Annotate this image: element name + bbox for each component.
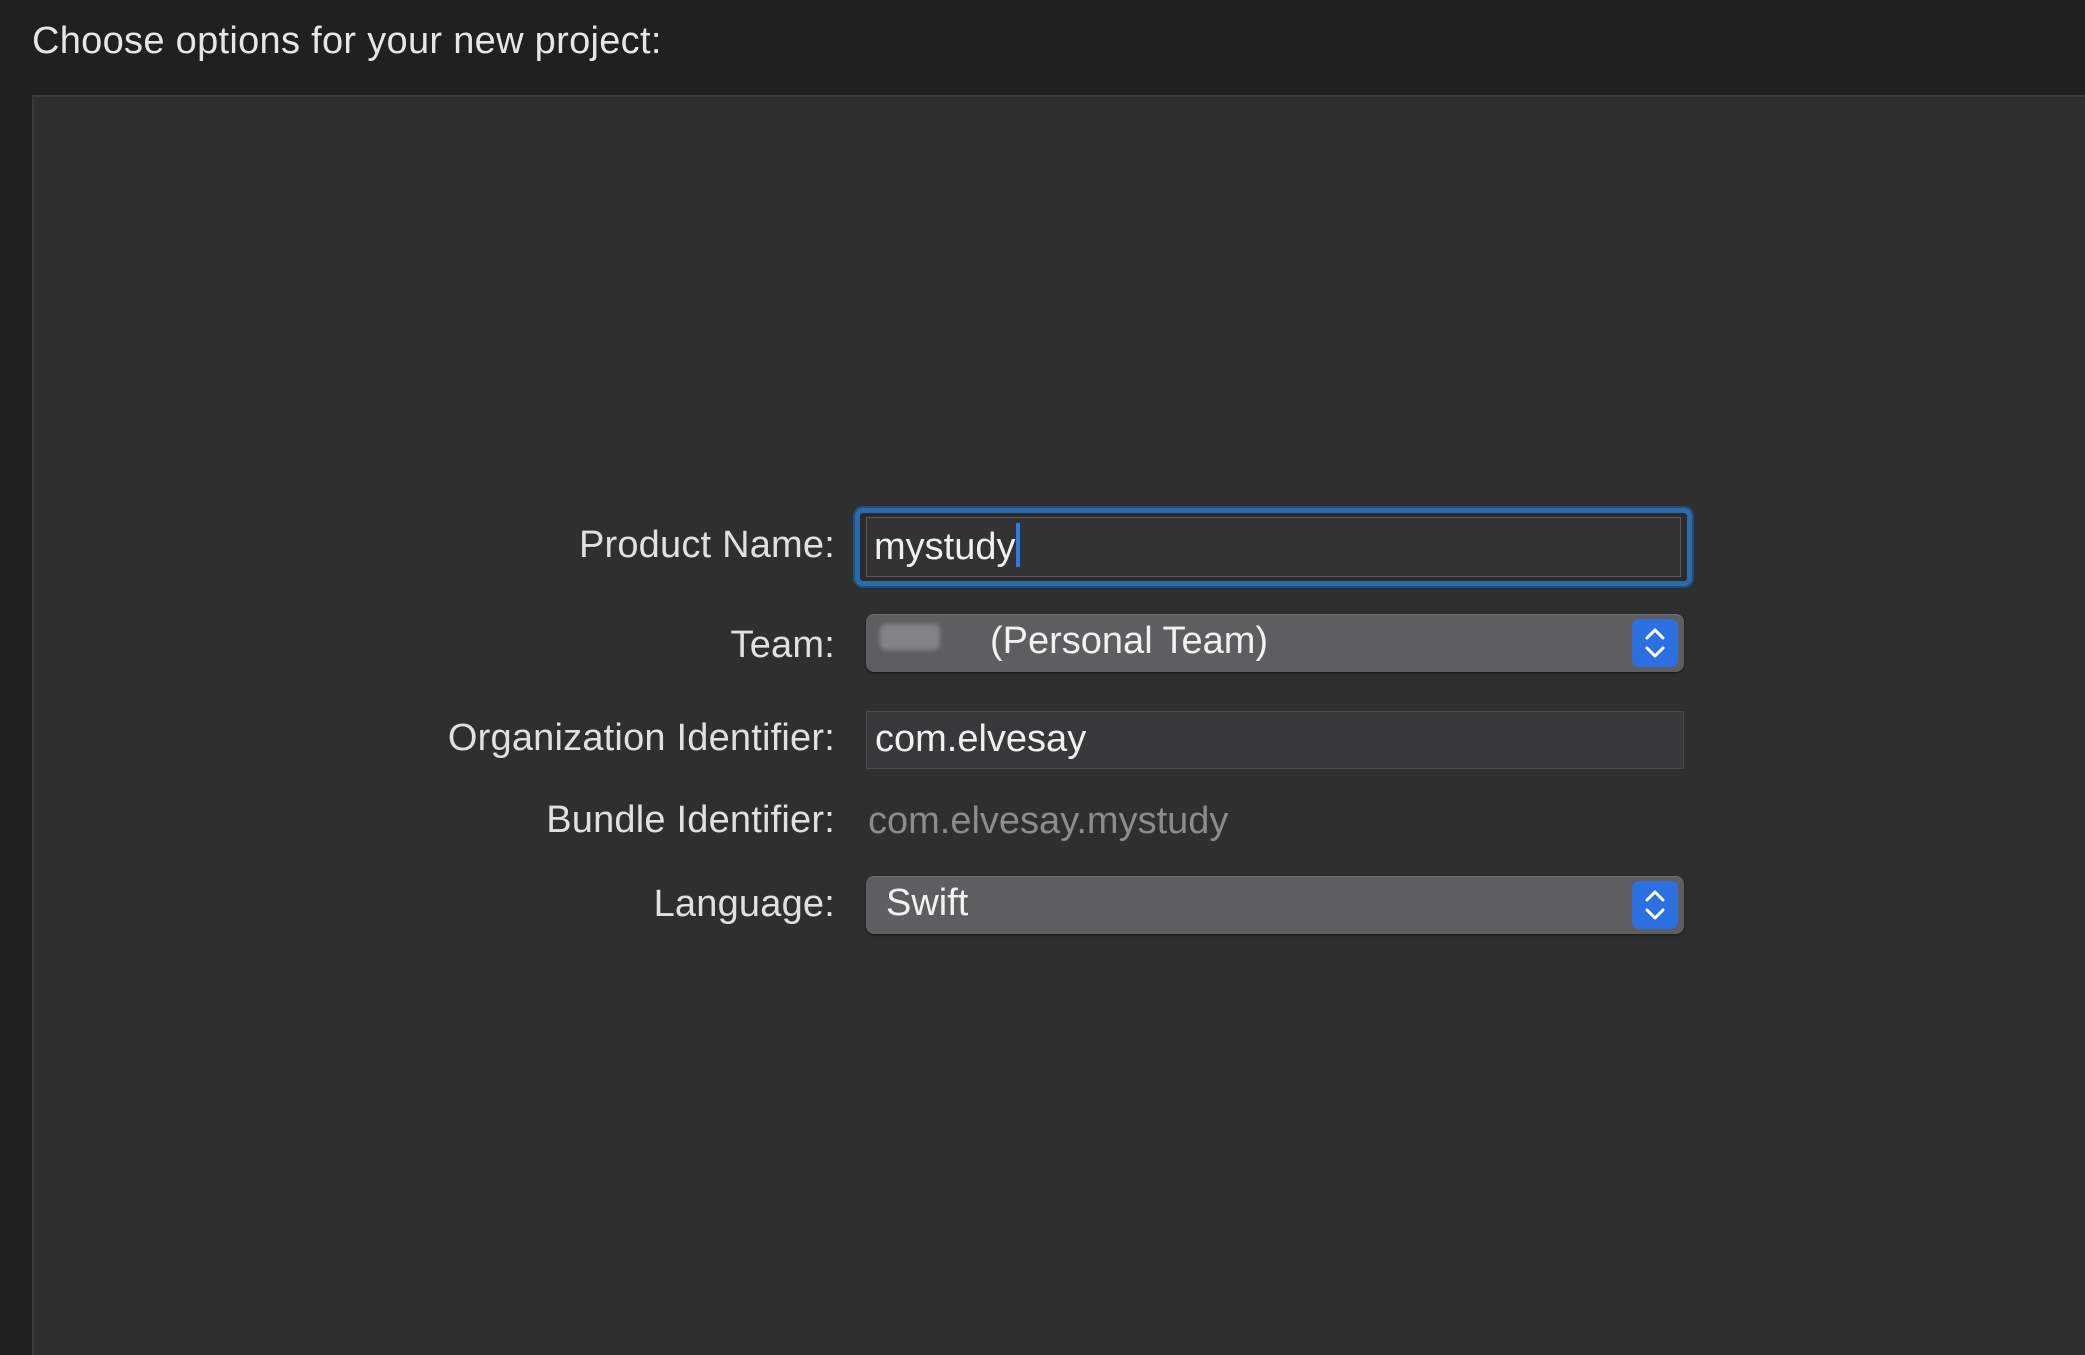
chevron-up-down-icon (1645, 628, 1665, 658)
organization-identifier-value: com.elvesay (875, 718, 1087, 760)
team-popup-button[interactable]: (Personal Team) (866, 614, 1684, 672)
product-name-input[interactable]: mystudy (855, 508, 1692, 586)
team-popup-stepper[interactable] (1632, 619, 1678, 667)
product-name-value: mystudy (874, 523, 1021, 569)
language-popup-button[interactable]: Swift (866, 876, 1684, 934)
organization-identifier-input[interactable]: com.elvesay (866, 711, 1684, 769)
page-title: Choose options for your new project: (32, 20, 662, 62)
new-project-options-window: Choose options for your new project: Pro… (0, 0, 2085, 1355)
text-caret (1016, 523, 1021, 567)
team-label: Team: (730, 624, 835, 666)
language-label: Language: (653, 883, 835, 925)
product-name-label: Product Name: (578, 524, 835, 566)
product-name-text: mystudy (874, 526, 1016, 568)
chevron-up-down-icon (1645, 890, 1665, 920)
bundle-identifier-value: com.elvesay.mystudy (868, 800, 1229, 842)
team-name-redacted (880, 624, 940, 650)
team-value: (Personal Team) (990, 620, 1269, 662)
bundle-identifier-label: Bundle Identifier: (546, 799, 835, 841)
organization-identifier-label: Organization Identifier: (447, 717, 835, 759)
language-popup-stepper[interactable] (1632, 881, 1678, 929)
language-value: Swift (886, 882, 969, 924)
